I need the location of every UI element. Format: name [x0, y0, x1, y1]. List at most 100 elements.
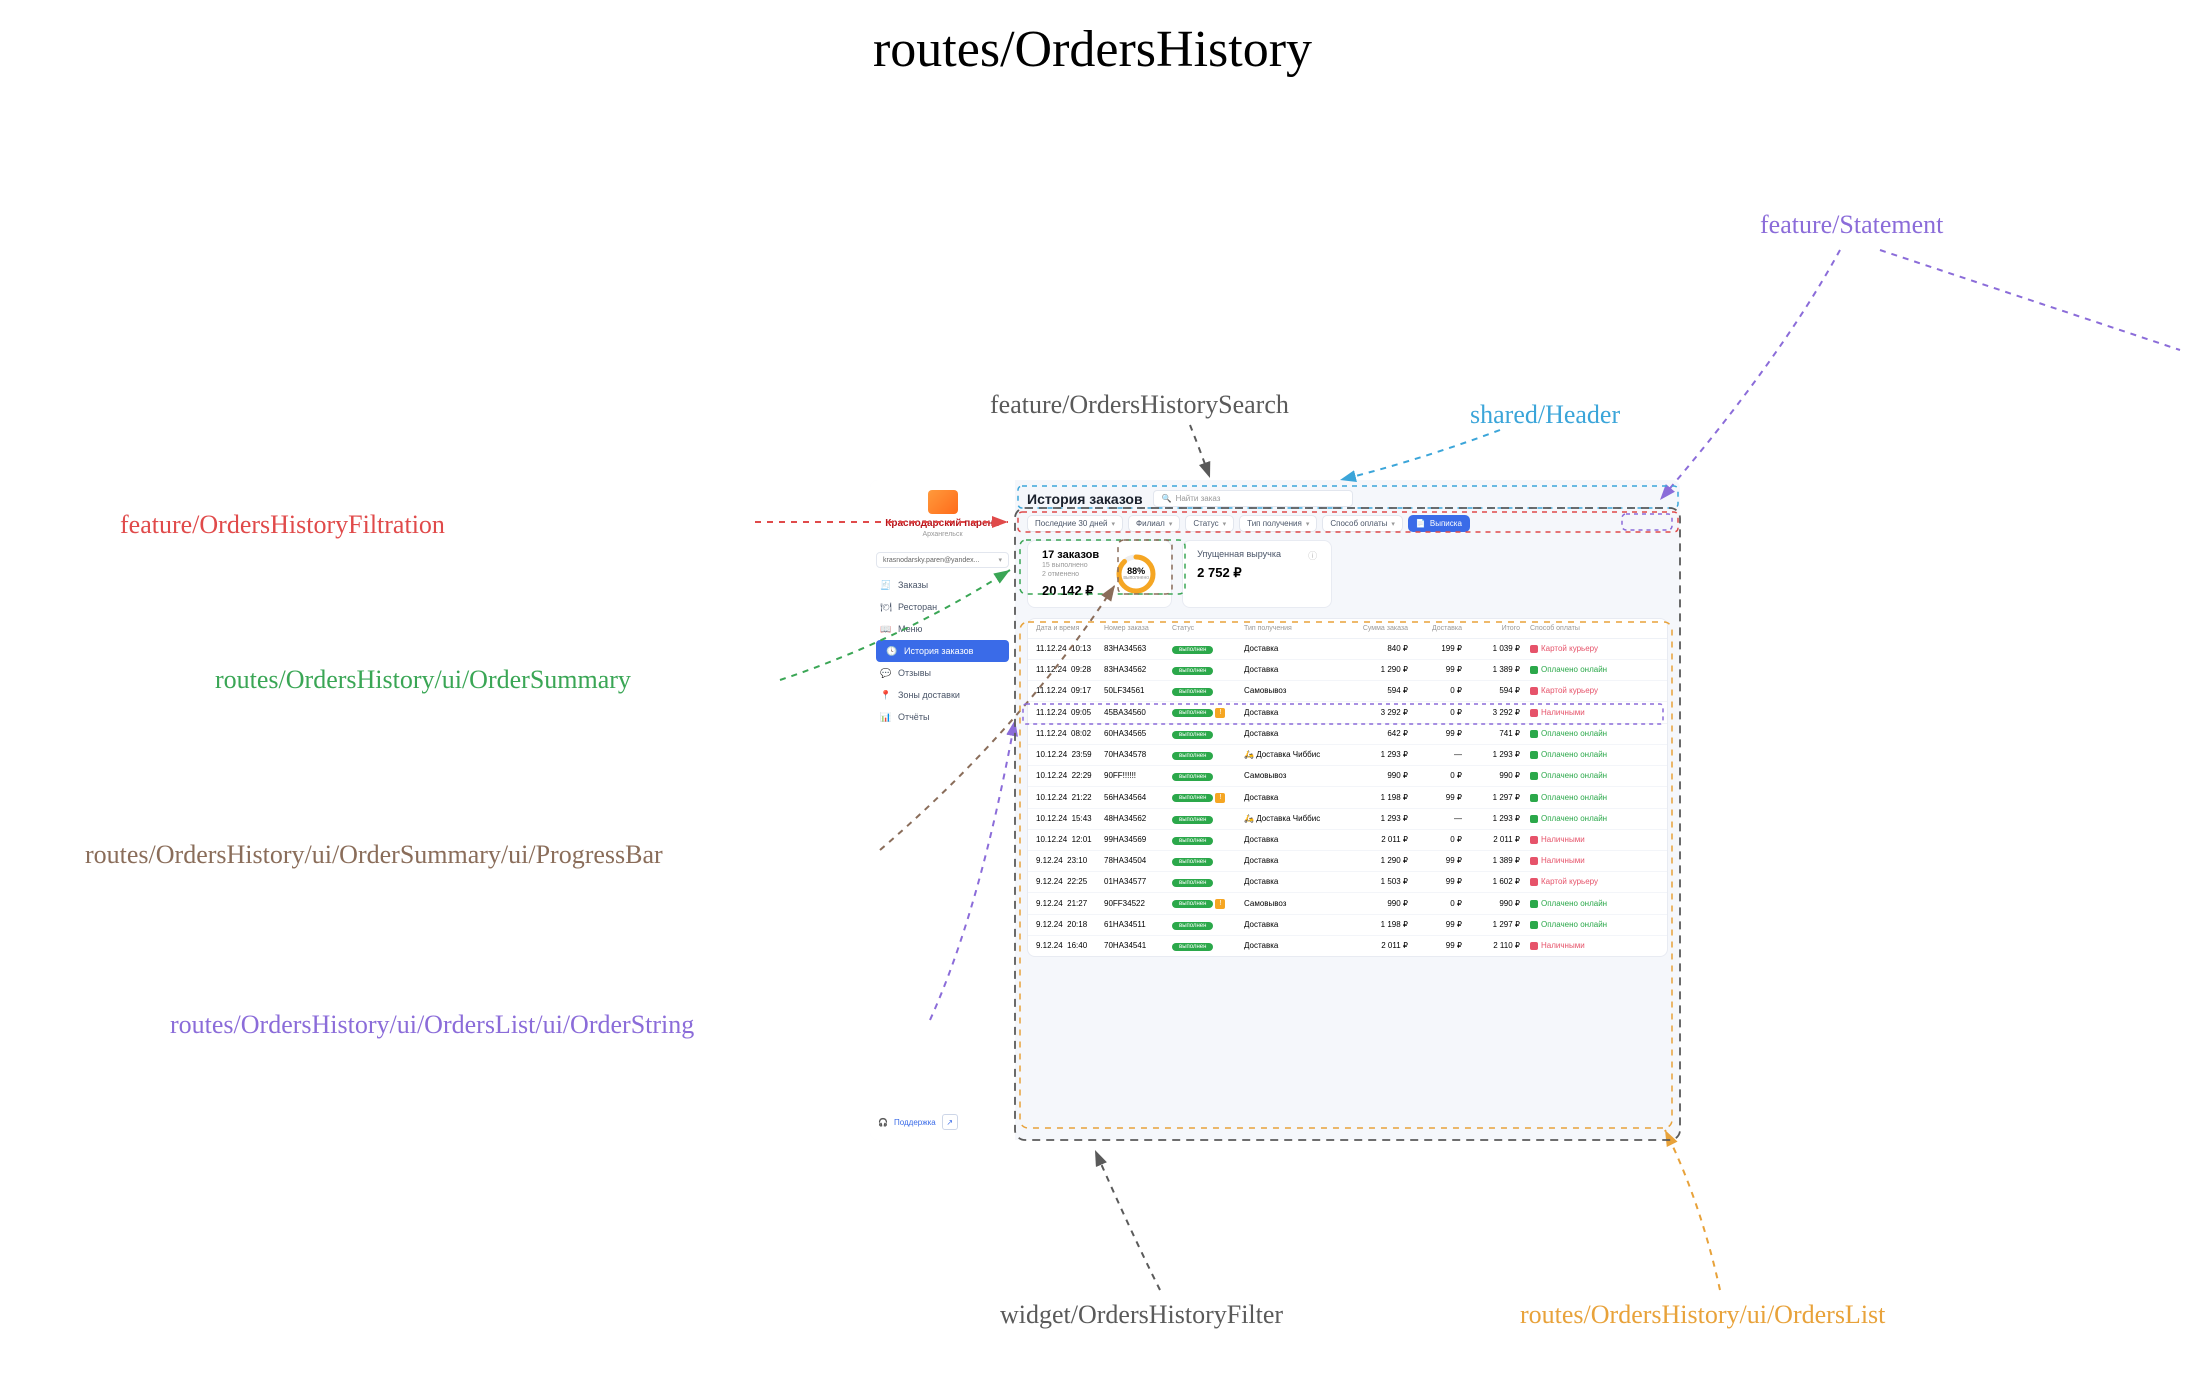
external-link-icon[interactable]: ↗: [942, 1114, 958, 1130]
table-row[interactable]: 11.12.24 09:2883HA34562выполненДоставка1…: [1028, 660, 1667, 681]
filter-payment-label: Способ оплаты: [1330, 519, 1387, 528]
table-row[interactable]: 9.12.24 21:2790FF34522выполнен!Самовывоз…: [1028, 893, 1667, 915]
book-icon: 📖: [880, 623, 892, 635]
nav-orders-label: Заказы: [898, 580, 928, 590]
anno-orderslist: routes/OrdersHistory/ui/OrdersList: [1520, 1300, 1885, 1330]
nav-reviews-label: Отзывы: [898, 668, 931, 678]
nav-reviews[interactable]: 💬 Отзывы: [870, 662, 1015, 684]
table-row[interactable]: 11.12.24 08:0260HA34565выполненДоставка6…: [1028, 724, 1667, 745]
th-sum: Сумма заказа: [1344, 625, 1408, 632]
brand-logo-icon: [928, 490, 958, 514]
nav-zones[interactable]: 📍 Зоны доставки: [870, 684, 1015, 706]
nav-orders[interactable]: 🧾 Заказы: [870, 574, 1015, 596]
summary-total: 20 142 ₽: [1042, 583, 1099, 599]
filter-status[interactable]: Статус ▾: [1185, 515, 1234, 532]
nav-restaurant[interactable]: 🍽 Ресторан: [870, 596, 1015, 618]
table-row[interactable]: 9.12.24 20:1861HA34511выполненДоставка1 …: [1028, 915, 1667, 936]
table-row[interactable]: 9.12.24 23:1078HA34504выполненДоставка1 …: [1028, 851, 1667, 872]
anno-shared-header: shared/Header: [1470, 400, 1620, 430]
filter-period-label: Последние 30 дней: [1035, 519, 1108, 528]
summary-done: 15 выполнено: [1042, 562, 1099, 570]
statement-button[interactable]: 📄 Выписка: [1408, 515, 1470, 532]
doc-icon: 📄: [1416, 519, 1426, 528]
summary-count: 17 заказов: [1042, 549, 1099, 561]
chat-icon: 💬: [880, 667, 892, 679]
info-icon[interactable]: ⓘ: [1308, 549, 1317, 562]
th-delivery: Доставка: [1408, 625, 1462, 632]
brand-city: Архангельск: [876, 531, 1009, 538]
nav-menu-label: Меню: [898, 624, 922, 634]
anno-summary: routes/OrdersHistory/ui/OrderSummary: [215, 665, 631, 695]
table-row[interactable]: 10.12.24 15:4348HA34562выполненДоставка …: [1028, 809, 1667, 830]
ring-sub: выполнено: [1123, 576, 1149, 581]
filter-branch[interactable]: Филиал▾: [1128, 515, 1180, 532]
nav-menu[interactable]: 📖 Меню: [870, 618, 1015, 640]
filter-receive-label: Тип получения: [1247, 519, 1302, 528]
sidebar: Краснодарский парень Архангельск krasnod…: [870, 480, 1015, 1140]
nav-history[interactable]: 🕓 История заказов: [876, 640, 1009, 662]
anno-statement: feature/Statement: [1760, 210, 1943, 240]
nav-zones-label: Зоны доставки: [898, 690, 960, 700]
th-datetime: Дата и время: [1036, 625, 1104, 632]
headset-icon: 🎧: [878, 1118, 888, 1127]
summary-card: 17 заказов 15 выполнено 2 отменено 20 14…: [1027, 540, 1172, 608]
logo-area: Краснодарский парень Архангельск: [870, 480, 1015, 546]
anno-filtration: feature/OrdersHistoryFiltration: [120, 510, 445, 540]
search-placeholder: Найти заказ: [1176, 494, 1221, 503]
search-input[interactable]: 🔍 Найти заказ: [1153, 490, 1353, 507]
nav-history-label: История заказов: [904, 646, 973, 656]
nav-restaurant-label: Ресторан: [898, 602, 937, 612]
progress-ring: 88%выполнено: [1115, 553, 1157, 595]
table-row[interactable]: 11.12.24 09:0545BA34560выполнен!Доставка…: [1028, 702, 1667, 724]
cart-icon: 🧾: [880, 579, 892, 591]
support-link[interactable]: 🎧 Поддержка ↗: [878, 1114, 958, 1130]
chevron-down-icon: ▾: [998, 556, 1002, 564]
th-payment: Способ оплаты: [1520, 625, 1659, 632]
orders-table: Дата и время Номер заказа Статус Тип пол…: [1027, 618, 1668, 957]
chevron-down-icon: ▾: [1223, 520, 1227, 528]
th-number: Номер заказа: [1104, 625, 1172, 632]
statement-label: Выписка: [1430, 519, 1462, 528]
email-selector[interactable]: krasnodarsky.paren@yandex... ▾: [876, 552, 1009, 568]
page-header: История заказов 🔍 Найти заказ: [1027, 490, 1668, 507]
table-header: Дата и время Номер заказа Статус Тип пол…: [1028, 619, 1667, 639]
clock-icon: 🕓: [886, 645, 898, 657]
email-text: krasnodarsky.paren@yandex...: [883, 557, 979, 564]
filters-row: Последние 30 дней▾ Филиал▾ Статус▾ Тип п…: [1027, 515, 1668, 532]
nav-reports[interactable]: 📊 Отчёты: [870, 706, 1015, 728]
filter-receive[interactable]: Тип получения▾: [1239, 515, 1317, 532]
brand-name: Краснодарский парень: [876, 518, 1009, 529]
table-row[interactable]: 10.12.24 12:0199HA34569выполненДоставка2…: [1028, 830, 1667, 851]
filter-period[interactable]: Последние 30 дней ▾: [1027, 515, 1123, 532]
table-row[interactable]: 11.12.24 10:1383HA34563выполненДоставка8…: [1028, 639, 1667, 660]
table-row[interactable]: 10.12.24 23:5970HA34578выполненДоставка …: [1028, 745, 1667, 766]
search-icon: 🔍: [1162, 494, 1172, 503]
app-screenshot: Краснодарский парень Архангельск krasnod…: [870, 480, 1680, 1140]
lost-title: Упущенная выручка: [1197, 549, 1317, 559]
summary-cancel: 2 отменено: [1042, 571, 1099, 579]
chart-icon: 📊: [880, 711, 892, 723]
filter-status-label: Статус: [1193, 519, 1218, 528]
filter-payment[interactable]: Способ оплаты ▾: [1322, 515, 1403, 532]
table-row[interactable]: 9.12.24 16:4070HA34541выполненДоставка2 …: [1028, 936, 1667, 956]
map-icon: 📍: [880, 689, 892, 701]
table-row[interactable]: 10.12.24 22:2990FF!!!!!!выполненСамовыво…: [1028, 766, 1667, 787]
fork-icon: 🍽: [880, 601, 892, 613]
table-row[interactable]: 9.12.24 22:2501HA34577выполненДоставка1 …: [1028, 872, 1667, 893]
table-row[interactable]: 10.12.24 21:2256HA34564выполнен!Доставка…: [1028, 787, 1667, 809]
filter-branch-label: Филиал: [1136, 519, 1165, 528]
chevron-down-icon: ▾: [1112, 520, 1116, 528]
nav-reports-label: Отчёты: [898, 712, 929, 722]
anno-progress: routes/OrdersHistory/ui/OrderSummary/ui/…: [85, 840, 663, 870]
lost-amount: 2 752 ₽: [1197, 565, 1317, 581]
chevron-down-icon: ▾: [1391, 520, 1395, 528]
th-total: Итого: [1462, 625, 1520, 632]
page-title: История заказов: [1027, 491, 1143, 507]
table-body: 11.12.24 10:1383HA34563выполненДоставка8…: [1028, 639, 1667, 956]
support-label: Поддержка: [894, 1118, 936, 1127]
table-row[interactable]: 11.12.24 09:1750LF34561выполненСамовывоз…: [1028, 681, 1667, 702]
anno-search: feature/OrdersHistorySearch: [990, 390, 1289, 420]
diagram-title: routes/OrdersHistory: [873, 20, 1312, 79]
nav: 🧾 Заказы 🍽 Ресторан 📖 Меню 🕓 История заказов…: [870, 574, 1015, 728]
anno-filter-widget: widget/OrdersHistoryFilter: [1000, 1300, 1283, 1330]
